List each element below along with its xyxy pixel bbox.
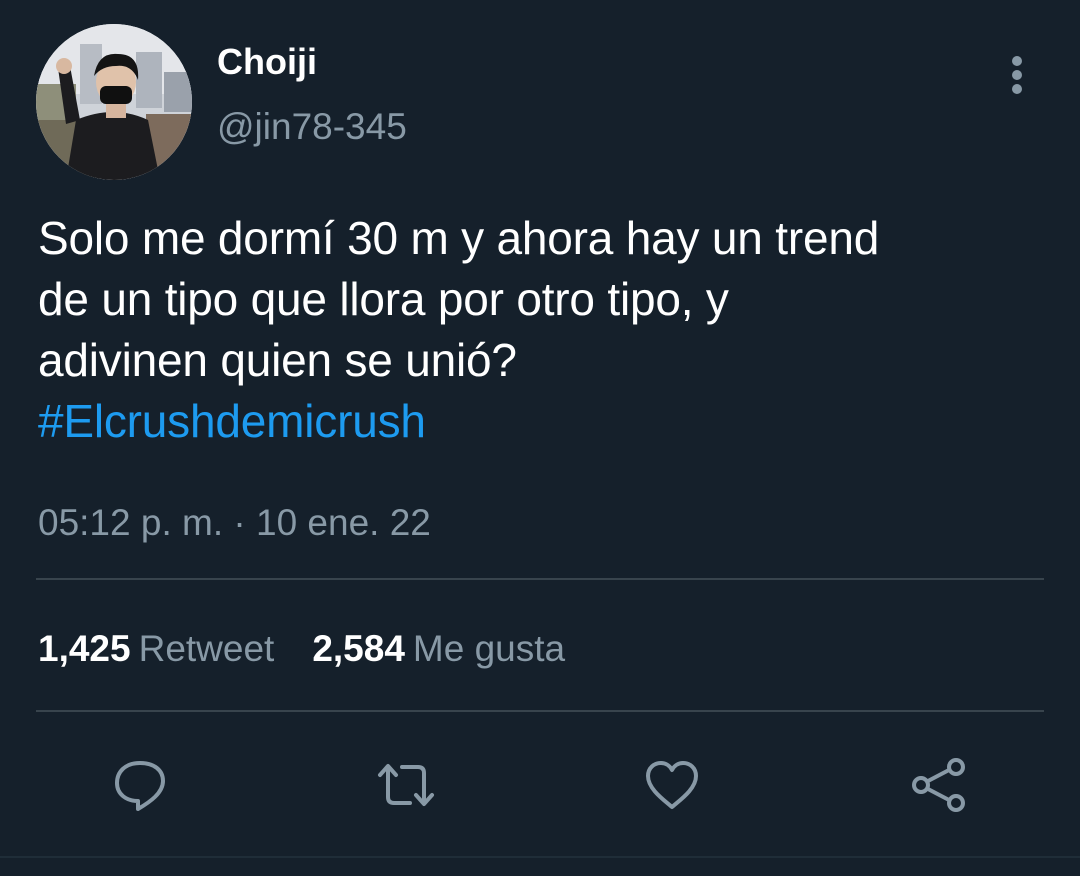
tweet-date: 10 ene. 22 <box>256 502 431 543</box>
like-label: Me gusta <box>412 628 566 669</box>
share-button[interactable] <box>908 755 968 815</box>
divider <box>36 578 1044 580</box>
like-button[interactable] <box>642 755 702 815</box>
more-options-button[interactable] <box>998 52 1038 98</box>
tweet-detail-screen: Choiji @jin78-345 Solo me dormí 30 m y a… <box>0 0 1080 876</box>
heart-icon <box>646 761 698 809</box>
share-icon <box>912 758 965 812</box>
tweet-text: Solo me dormí 30 m y ahora hay un trend … <box>38 208 1048 452</box>
tweet-timestamp[interactable]: 05:12 p. m. · 10 ene. 22 <box>38 500 431 546</box>
username-handle[interactable]: @jin78-345 <box>217 104 407 150</box>
retweet-count: 1,425 <box>38 628 131 669</box>
reply-icon <box>115 761 165 811</box>
display-name[interactable]: Choiji <box>217 40 317 84</box>
avatar[interactable] <box>36 24 192 180</box>
meta-separator: · <box>233 502 246 543</box>
engagement-stats: 1,425 Retweet 2,584 Me gusta <box>38 626 603 672</box>
tweet-text-line: de un tipo que llora por otro tipo, y <box>38 273 729 325</box>
more-vertical-icon <box>1012 56 1022 66</box>
tweet-text-line: Solo me dormí 30 m y ahora hay un trend <box>38 212 880 264</box>
tweet-text-line: adivinen quien se unió? <box>38 334 517 386</box>
reply-button[interactable] <box>110 755 170 815</box>
tweet-time: 05:12 p. m. <box>38 502 224 543</box>
hashtag-link[interactable]: #Elcrushdemicrush <box>38 391 1048 452</box>
profile-photo <box>36 24 192 180</box>
bottom-divider <box>0 856 1080 858</box>
retweet-stat[interactable]: 1,425 Retweet <box>38 626 274 672</box>
retweet-button[interactable] <box>376 755 436 815</box>
like-count: 2,584 <box>312 628 405 669</box>
retweet-label: Retweet <box>138 628 275 669</box>
divider <box>36 710 1044 712</box>
retweet-icon <box>378 764 434 806</box>
more-vertical-icon-dot <box>1012 70 1022 80</box>
more-vertical-icon-dot <box>1012 84 1022 94</box>
like-stat[interactable]: 2,584 Me gusta <box>312 626 565 672</box>
